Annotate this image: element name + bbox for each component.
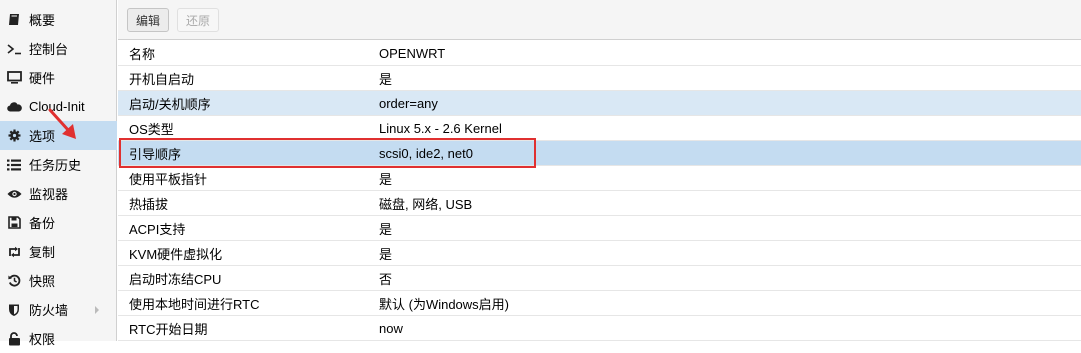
table-row[interactable]: 启动/关机顺序 order=any: [118, 91, 1081, 116]
unlock-icon: [6, 331, 22, 347]
sidebar-item-label: 选项: [29, 129, 56, 144]
edit-button[interactable]: 编辑: [127, 8, 169, 32]
table-row[interactable]: OS类型 Linux 5.x - 2.6 Kernel: [118, 116, 1081, 141]
sidebar-item-label: 快照: [29, 274, 56, 289]
eye-icon: [6, 186, 22, 202]
sidebar-item-label: 复制: [29, 245, 56, 260]
option-value: scsi0, ide2, net0: [379, 145, 473, 161]
option-key: 启动时冻结CPU: [129, 271, 222, 287]
table-row[interactable]: 启动时冻结CPU 否: [118, 266, 1081, 291]
option-value: 是: [379, 221, 393, 237]
sidebar-item-label: 任务历史: [29, 158, 82, 173]
option-key: KVM硬件虚拟化: [129, 246, 223, 262]
retweet-icon: [6, 244, 22, 260]
option-value: Linux 5.x - 2.6 Kernel: [379, 120, 502, 136]
option-key: ACPI支持: [129, 221, 186, 237]
sidebar-item-replication[interactable]: 复制: [0, 237, 117, 266]
sidebar-item-permissions[interactable]: 权限: [0, 324, 117, 353]
option-key: OS类型: [129, 121, 174, 137]
option-key: 名称: [129, 46, 156, 62]
option-value: 默认 (为Windows启用): [379, 296, 510, 312]
toolbar: 编辑 还原: [118, 0, 1081, 40]
monitor-icon: [6, 70, 22, 86]
gear-icon: [6, 128, 22, 144]
sidebar-item-summary[interactable]: 概要: [0, 5, 117, 34]
sidebar-item-cloud-init[interactable]: Cloud-Init: [0, 92, 117, 121]
sidebar-item-label: 权限: [29, 332, 56, 347]
table-row[interactable]: KVM硬件虚拟化 是: [118, 241, 1081, 266]
sidebar-item-label: 硬件: [29, 71, 56, 86]
option-key: 使用本地时间进行RTC: [129, 296, 260, 312]
table-row[interactable]: 使用本地时间进行RTC 默认 (为Windows启用): [118, 291, 1081, 316]
sidebar-item-hardware[interactable]: 硬件: [0, 63, 117, 92]
terminal-icon: [6, 41, 22, 57]
table-row[interactable]: 名称 OPENWRT: [118, 41, 1081, 66]
option-value: 磁盘, 网络, USB: [379, 196, 473, 212]
history-icon: [6, 273, 22, 289]
sidebar-item-monitor[interactable]: 监视器: [0, 179, 117, 208]
sidebar-item-label: 备份: [29, 216, 56, 231]
shield-icon: [6, 302, 22, 318]
revert-button[interactable]: 还原: [177, 8, 219, 32]
table-row[interactable]: ACPI支持 是: [118, 216, 1081, 241]
option-value: 是: [379, 246, 393, 262]
option-key: 热插拔: [129, 196, 169, 212]
sidebar-item-label: 监视器: [29, 187, 69, 202]
option-key: 开机自启动: [129, 71, 195, 87]
table-row[interactable]: RTC开始日期 now: [118, 316, 1081, 341]
book-icon: [6, 12, 22, 28]
list-icon: [6, 157, 22, 173]
table-row-selected[interactable]: 引导顺序 scsi0, ide2, net0: [118, 141, 1081, 166]
option-key: 使用平板指针: [129, 171, 208, 187]
options-panel: 编辑 还原 名称 OPENWRT 开机自启动 是 启动/关机顺序 order=a…: [118, 0, 1081, 341]
chevron-right-icon[interactable]: [94, 303, 100, 318]
option-value: now: [379, 320, 403, 336]
floppy-icon: [6, 215, 22, 231]
option-value: 是: [379, 171, 393, 187]
option-key: 启动/关机顺序: [129, 96, 211, 112]
cloud-icon: [6, 99, 22, 115]
sidebar-item-options[interactable]: 选项: [0, 121, 117, 150]
sidebar-item-label: 概要: [29, 13, 56, 28]
table-row[interactable]: 开机自启动 是: [118, 66, 1081, 91]
table-row[interactable]: 热插拔 磁盘, 网络, USB: [118, 191, 1081, 216]
sidebar-item-label: 防火墙: [29, 303, 69, 318]
sidebar-nav: 概要 控制台 硬件 Cloud-Init 选项 任务历史 监视器 备份 复制 快…: [0, 0, 117, 347]
sidebar-item-console[interactable]: 控制台: [0, 34, 117, 63]
option-value: OPENWRT: [379, 45, 446, 61]
sidebar-item-label: 控制台: [29, 42, 69, 57]
option-key: 引导顺序: [129, 146, 182, 162]
table-row[interactable]: 使用平板指针 是: [118, 166, 1081, 191]
option-value: order=any: [379, 95, 438, 111]
sidebar-item-task-history[interactable]: 任务历史: [0, 150, 117, 179]
sidebar-item-label: Cloud-Init: [29, 99, 85, 114]
sidebar-item-snapshots[interactable]: 快照: [0, 266, 117, 295]
sidebar-item-firewall[interactable]: 防火墙: [0, 295, 117, 324]
option-value: 否: [379, 271, 393, 287]
option-value: 是: [379, 71, 393, 87]
option-key: RTC开始日期: [129, 321, 208, 337]
sidebar-item-backup[interactable]: 备份: [0, 208, 117, 237]
